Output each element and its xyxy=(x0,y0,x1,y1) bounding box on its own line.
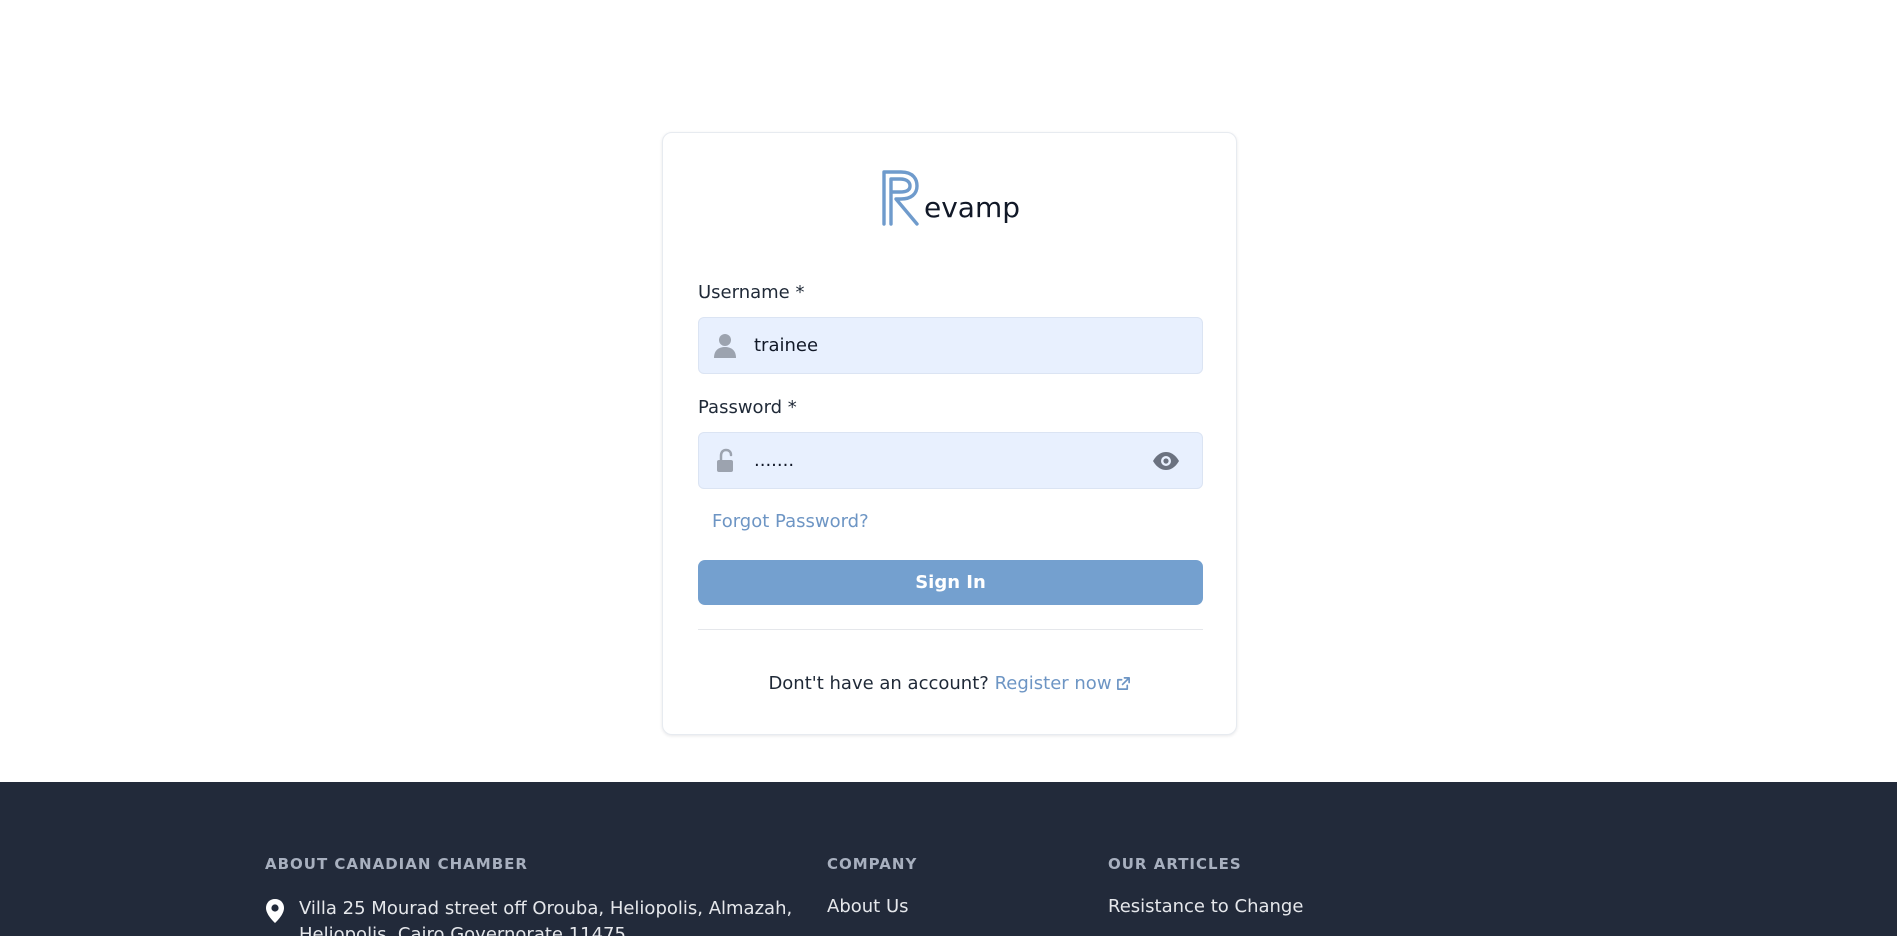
revamp-logo-mark xyxy=(882,170,919,226)
username-label: Username * xyxy=(698,282,805,303)
map-pin-icon xyxy=(266,899,284,923)
external-link-icon xyxy=(1116,677,1130,690)
username-field[interactable]: trainee xyxy=(698,317,1203,374)
footer-link-about-us[interactable]: About Us xyxy=(827,896,909,917)
articles-heading: OUR ARTICLES xyxy=(1108,855,1242,873)
username-value[interactable]: trainee xyxy=(754,318,818,373)
lock-icon xyxy=(713,448,737,474)
password-field[interactable]: ....... xyxy=(698,432,1203,489)
about-heading: ABOUT CANADIAN CHAMBER xyxy=(265,855,528,873)
eye-icon[interactable] xyxy=(1152,449,1180,473)
no-account-text: Dont't have an account? xyxy=(768,673,989,694)
register-link[interactable]: Register now xyxy=(995,673,1131,694)
revamp-logo: evamp xyxy=(881,167,1020,227)
login-card: evamp Username * trainee Password * ....… xyxy=(662,132,1237,735)
company-heading: COMPANY xyxy=(827,855,918,873)
register-link-label[interactable]: Register now xyxy=(995,673,1112,694)
password-value[interactable]: ....... xyxy=(754,433,794,488)
forgot-password-link[interactable]: Forgot Password? xyxy=(712,511,869,532)
password-label: Password * xyxy=(698,397,797,418)
sign-in-button[interactable]: Sign In xyxy=(698,560,1203,605)
login-page: evamp Username * trainee Password * ....… xyxy=(0,0,1897,936)
footer-link-resistance-to-change[interactable]: Resistance to Change xyxy=(1108,896,1303,917)
logo-wordmark: evamp xyxy=(924,191,1021,224)
user-icon xyxy=(713,333,737,359)
address-text: Villa 25 Mourad street off Orouba, Helio… xyxy=(299,898,793,936)
address-block: Villa 25 Mourad street off Orouba, Helio… xyxy=(265,896,805,936)
divider xyxy=(698,629,1203,630)
register-row: Dont't have an account? Register now xyxy=(663,673,1236,694)
